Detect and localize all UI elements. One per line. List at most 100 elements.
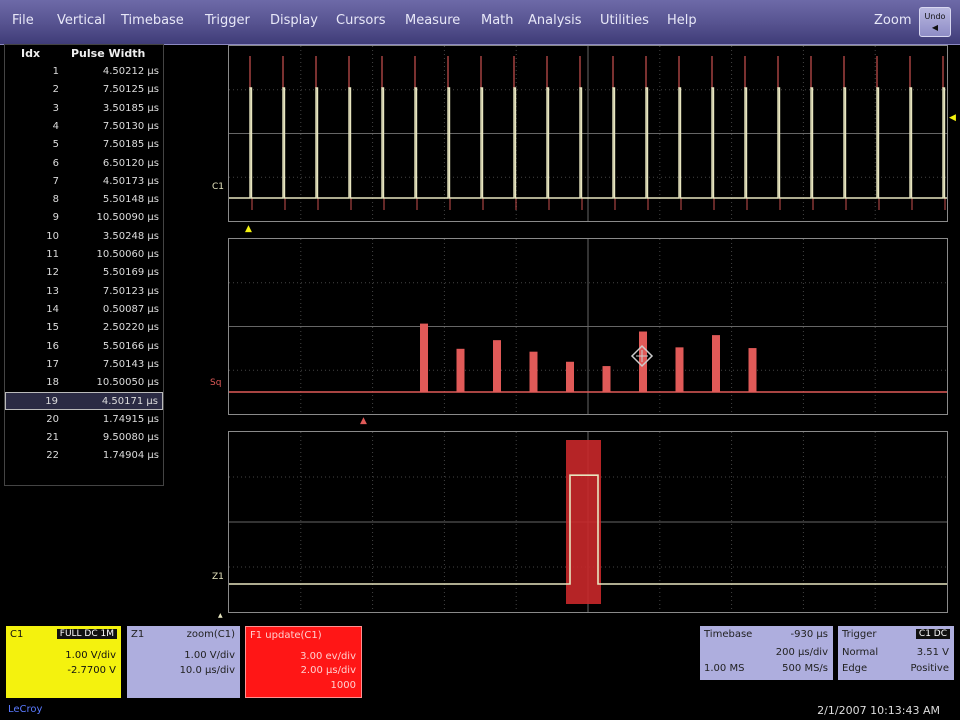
zoom-button[interactable]: Zoom xyxy=(874,13,911,28)
menu-display[interactable]: Display xyxy=(270,13,318,28)
row-pulse-width: 9.50080 µs xyxy=(102,432,159,443)
table-row[interactable]: 9 10.50090 µs xyxy=(5,209,163,227)
menu-cursors[interactable]: Cursors xyxy=(336,13,386,28)
c1-waveform xyxy=(229,46,947,221)
histogram-bar xyxy=(675,347,684,392)
row-pulse-width: 2.50220 µs xyxy=(102,322,159,334)
table-row[interactable]: 20 1.74915 µs xyxy=(5,411,163,429)
trigger-source-badge: C1 DC xyxy=(915,629,950,639)
row-index: 11 xyxy=(46,249,59,260)
row-index: 5 xyxy=(52,139,59,151)
table-row[interactable]: 12 5.50169 µs xyxy=(5,264,163,282)
menu-vertical[interactable]: Vertical xyxy=(57,13,106,28)
undo-button[interactable]: Undo ◀ xyxy=(919,7,951,37)
table-row[interactable]: 15 2.50220 µs xyxy=(5,319,163,337)
trigger-level-icon[interactable]: ◀ xyxy=(949,113,956,123)
f1-vdiv: 3.00 ev/div xyxy=(300,651,356,662)
table-row[interactable]: 10 3.50248 µs xyxy=(5,228,163,246)
row-pulse-width: 10.50060 µs xyxy=(96,249,159,260)
row-index: 18 xyxy=(46,377,59,389)
menu-analysis[interactable]: Analysis xyxy=(528,13,582,28)
table-row[interactable]: 7 4.50173 µs xyxy=(5,173,163,191)
table-header-pulse-width: Pulse Width xyxy=(71,47,146,60)
table-row[interactable]: 16 5.50166 µs xyxy=(5,338,163,356)
f1-descriptor-title: F1 update(C1) xyxy=(250,630,322,641)
trigger-descriptor[interactable]: Trigger C1 DC Normal 3.51 V Edge Positiv… xyxy=(838,626,954,680)
row-pulse-width: 7.50130 µs xyxy=(102,120,159,132)
timebase-delay: -930 µs xyxy=(790,629,828,640)
row-index: 3 xyxy=(52,102,59,114)
row-pulse-width: 3.50185 µs xyxy=(102,102,159,114)
row-index: 4 xyxy=(52,120,59,132)
zoom-position-icon[interactable]: ▲ xyxy=(218,612,223,619)
menu-math[interactable]: Math xyxy=(481,13,514,28)
table-row[interactable]: 13 7.50123 µs xyxy=(5,283,163,301)
table-row[interactable]: 14 0.50087 µs xyxy=(5,301,163,319)
histogram-bar xyxy=(456,348,465,392)
c1-descriptor-title: C1 xyxy=(10,629,24,640)
table-row[interactable]: 6 6.50120 µs xyxy=(5,155,163,173)
menu-help[interactable]: Help xyxy=(667,13,697,28)
row-pulse-width: 5.50169 µs xyxy=(102,267,159,279)
menu-measure[interactable]: Measure xyxy=(405,13,460,28)
zoom-waveform-grid[interactable] xyxy=(228,431,948,613)
table-row[interactable]: 18 10.50050 µs xyxy=(5,374,163,392)
row-index: 20 xyxy=(46,413,59,425)
row-pulse-width: 7.50143 µs xyxy=(102,358,159,370)
row-index: 6 xyxy=(52,157,59,169)
pulse-width-table[interactable]: Idx Pulse Width 1 4.50212 µs 2 7.50125 µs 3 3… xyxy=(4,44,164,486)
table-row[interactable]: 3 3.50185 µs xyxy=(5,100,163,118)
menu-file[interactable]: File xyxy=(12,13,34,28)
histogram-bar xyxy=(566,361,574,392)
menu-trigger[interactable]: Trigger xyxy=(205,13,250,28)
table-row[interactable]: 22 1.74904 µs xyxy=(5,447,163,465)
row-index: 16 xyxy=(46,340,59,352)
row-index: 9 xyxy=(52,212,59,224)
z1-descriptor[interactable]: Z1 zoom(C1) 1.00 V/div 10.0 µs/div xyxy=(127,626,240,698)
histogram-trace xyxy=(229,239,947,414)
histogram-bar xyxy=(602,366,611,392)
histogram-position-icon[interactable]: ▲ xyxy=(360,416,367,426)
row-pulse-width: 0.50087 µs xyxy=(102,303,159,315)
row-pulse-width: 5.50166 µs xyxy=(102,340,159,352)
z1-tdiv: 10.0 µs/div xyxy=(179,665,235,676)
table-row[interactable]: 2 7.50125 µs xyxy=(5,81,163,99)
sq-trace-label: Sq xyxy=(210,378,222,388)
row-pulse-width: 4.50171 µs xyxy=(101,396,158,408)
f1-count: 1000 xyxy=(330,680,356,691)
c1-waveform-grid[interactable] xyxy=(228,45,948,222)
c1-descriptor[interactable]: C1 FULL DC 1M 1.00 V/div -2.7700 V xyxy=(6,626,121,698)
table-row[interactable]: 1 4.50212 µs xyxy=(5,63,163,81)
row-index: 15 xyxy=(46,322,59,334)
table-row[interactable]: 17 7.50143 µs xyxy=(5,356,163,374)
menu-timebase[interactable]: Timebase xyxy=(121,13,184,28)
histogram-grid[interactable] xyxy=(228,238,948,415)
row-index: 13 xyxy=(46,285,59,297)
undo-label: Undo xyxy=(924,12,946,21)
histogram-bar xyxy=(529,351,538,392)
menu-bar: File Vertical Timebase Trigger Display C… xyxy=(0,0,960,45)
row-pulse-width: 7.50125 µs xyxy=(102,84,159,96)
table-row[interactable]: 19 4.50171 µs xyxy=(5,392,163,411)
trigger-type: Edge xyxy=(842,663,868,674)
trigger-mode: Normal xyxy=(842,647,879,658)
z1-source: zoom(C1) xyxy=(186,629,235,640)
row-index: 21 xyxy=(46,432,59,443)
z1-descriptor-title: Z1 xyxy=(131,629,145,640)
table-row[interactable]: 11 10.50060 µs xyxy=(5,246,163,264)
c1-offset: -2.7700 V xyxy=(67,665,116,676)
table-header-idx: Idx xyxy=(21,47,41,60)
table-row[interactable]: 21 9.50080 µs xyxy=(5,429,163,447)
table-row[interactable]: 4 7.50130 µs xyxy=(5,118,163,136)
table-row[interactable]: 5 7.50185 µs xyxy=(5,136,163,154)
f1-tdiv: 2.00 µs/div xyxy=(300,665,356,676)
row-index: 19 xyxy=(45,396,58,408)
trigger-position-icon[interactable]: ▲ xyxy=(245,224,252,234)
timebase-descriptor[interactable]: Timebase -930 µs 200 µs/div 1.00 MS 500 … xyxy=(700,626,833,680)
table-row[interactable]: 8 5.50148 µs xyxy=(5,191,163,209)
row-index: 1 xyxy=(52,66,59,77)
trigger-slope: Positive xyxy=(910,663,949,674)
menu-utilities[interactable]: Utilities xyxy=(600,13,649,28)
f1-descriptor[interactable]: F1 update(C1) 3.00 ev/div 2.00 µs/div 10… xyxy=(245,626,362,698)
row-index: 7 xyxy=(52,175,59,187)
